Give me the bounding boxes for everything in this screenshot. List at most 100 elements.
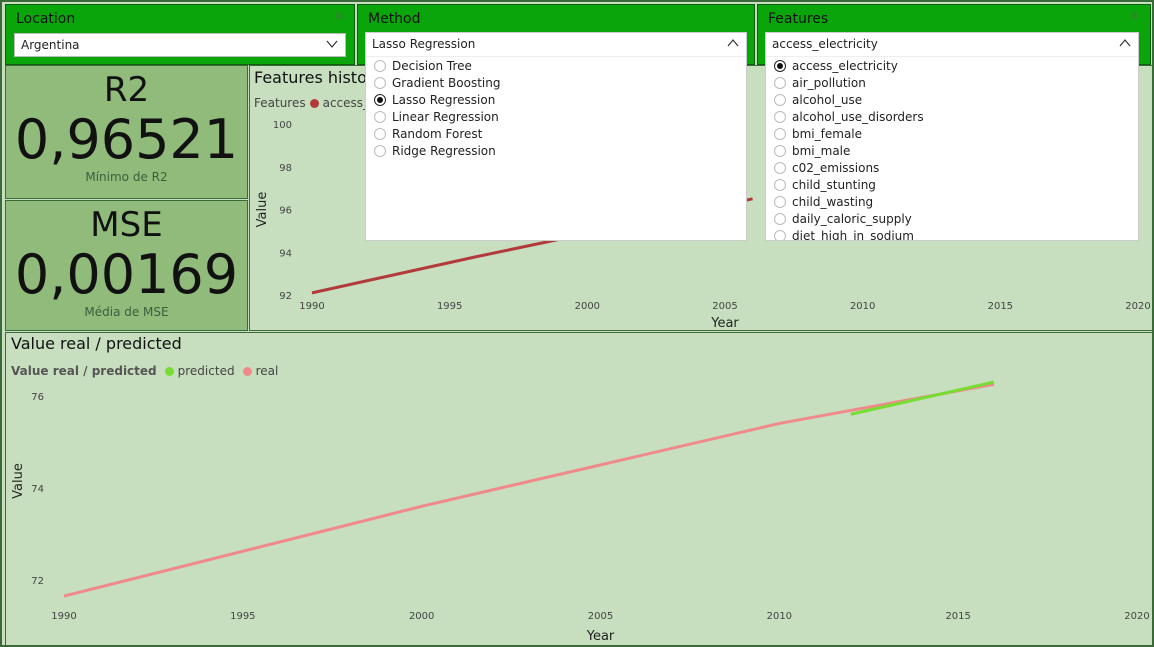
y-tick-label: 96	[279, 206, 292, 217]
method-options: Decision Tree Gradient Boosting Lasso Regr…	[366, 57, 746, 159]
radio-icon	[774, 212, 786, 225]
method-option-label: Ridge Regression	[392, 143, 496, 158]
features-option-label: c02_emissions	[792, 160, 880, 175]
method-option[interactable]: Lasso Regression	[366, 91, 746, 108]
features-option[interactable]: daily_caloric_supply	[766, 210, 1138, 227]
clear-icon[interactable]: ✕	[334, 9, 344, 23]
method-option[interactable]: Random Forest	[366, 125, 746, 142]
y-axis-label: Value	[255, 192, 270, 228]
radio-icon	[774, 93, 786, 106]
method-option-label: Random Forest	[392, 126, 483, 141]
features-options: access_electricity air_pollution alcohol_u…	[766, 57, 1138, 241]
features-option-label: diet_high_in_sodium	[792, 228, 914, 241]
r2-card: R2 0,96521 Mínimo de R2	[5, 65, 248, 199]
radio-icon	[774, 76, 786, 89]
x-tick-label: 2020	[1124, 611, 1149, 622]
y-tick-label: 94	[279, 248, 292, 259]
r2-value: 0,96521	[14, 108, 239, 171]
features-option[interactable]: alcohol_use_disorders	[766, 108, 1138, 125]
features-value: access_electricity	[772, 37, 878, 51]
features-option-label: child_wasting	[792, 194, 874, 209]
features-option[interactable]: access_electricity	[766, 57, 1138, 74]
r2-title: R2	[103, 70, 150, 110]
radio-icon	[374, 59, 386, 72]
mse-card: MSE 0,00169 Média de MSE	[5, 200, 248, 331]
radio-icon	[374, 144, 386, 157]
x-tick-label: 1995	[437, 301, 462, 312]
x-tick-label: 2010	[767, 611, 792, 622]
features-option-label: access_electricity	[792, 58, 898, 73]
real-predicted-chart-svg: 1990 1995 2000 2005 2010 2015 2020 72 74 76 Year Va…	[11, 380, 1150, 644]
method-dropdown[interactable]: Lasso Regression	[366, 33, 746, 57]
clear-icon[interactable]: ✕	[1130, 9, 1140, 23]
method-option[interactable]: Ridge Regression	[366, 142, 746, 159]
y-tick-label: 76	[31, 392, 44, 403]
features-option-label: alcohol_use	[792, 92, 863, 107]
y-tick-label: 72	[31, 576, 44, 587]
features-option[interactable]: air_pollution	[766, 74, 1138, 91]
radio-icon	[774, 178, 786, 191]
x-tick-label: 2005	[712, 301, 737, 312]
y-axis-label: Value	[11, 463, 26, 499]
radio-icon	[774, 59, 786, 72]
method-value: Lasso Regression	[372, 37, 476, 51]
x-tick-label: 2020	[1125, 301, 1150, 312]
x-tick-label: 2015	[945, 611, 970, 622]
radio-icon	[774, 161, 786, 174]
method-dropdown-list: Lasso Regression Decision Tree Gradient B…	[365, 32, 747, 241]
y-tick-label: 98	[279, 163, 292, 174]
method-option-label: Gradient Boosting	[392, 75, 501, 90]
report-canvas: Location ✕ Argentina Method Features ✕ R…	[0, 0, 1154, 647]
x-tick-label: 2005	[588, 611, 613, 622]
features-option[interactable]: child_wasting	[766, 193, 1138, 210]
features-option-label: alcohol_use_disorders	[792, 109, 924, 124]
features-option[interactable]: bmi_male	[766, 142, 1138, 159]
x-tick-label: 1990	[299, 301, 324, 312]
radio-icon	[374, 76, 386, 89]
x-tick-label: 2010	[850, 301, 875, 312]
method-option-label: Decision Tree	[392, 58, 472, 73]
features-option-label: child_stunting	[792, 177, 876, 192]
method-option[interactable]: Decision Tree	[366, 57, 746, 74]
x-axis-label: Year	[710, 316, 739, 331]
r2-label: Mínimo de R2	[85, 170, 168, 184]
features-option[interactable]: child_stunting	[766, 176, 1138, 193]
x-tick-label: 1995	[230, 611, 255, 622]
method-slicer-title: Method	[368, 11, 421, 27]
radio-icon	[374, 110, 386, 123]
radio-icon	[374, 127, 386, 140]
features-option-label: daily_caloric_supply	[792, 211, 912, 226]
series-line-real	[63, 382, 995, 598]
x-tick-label: 1990	[51, 611, 76, 622]
radio-icon	[774, 229, 786, 240]
x-tick-label: 2000	[575, 301, 600, 312]
features-option[interactable]: c02_emissions	[766, 159, 1138, 176]
location-dropdown[interactable]: Argentina	[14, 33, 346, 57]
radio-icon	[774, 195, 786, 208]
features-option[interactable]: alcohol_use	[766, 91, 1138, 108]
features-option[interactable]: bmi_female	[766, 125, 1138, 142]
y-tick-label: 74	[31, 484, 44, 495]
chevron-up-icon	[1119, 39, 1131, 47]
y-tick-label: 92	[279, 291, 292, 302]
mse-title: MSE	[90, 205, 163, 245]
method-option-label: Lasso Regression	[392, 92, 496, 107]
location-slicer-title: Location	[16, 11, 76, 27]
y-tick-label: 100	[273, 120, 292, 131]
radio-icon	[374, 93, 386, 106]
mse-value: 0,00169	[14, 243, 239, 306]
location-value: Argentina	[21, 38, 80, 52]
radio-icon	[774, 144, 786, 157]
features-option-label: bmi_male	[792, 143, 851, 158]
features-dropdown[interactable]: access_electricity	[766, 33, 1138, 57]
mse-label: Média de MSE	[84, 305, 169, 319]
method-option[interactable]: Linear Regression	[366, 108, 746, 125]
features-option[interactable]: diet_high_in_sodium	[766, 227, 1138, 241]
features-dropdown-list: access_electricity access_electricity air…	[765, 32, 1139, 241]
x-tick-label: 2015	[988, 301, 1013, 312]
radio-icon	[774, 110, 786, 123]
features-option-label: bmi_female	[792, 126, 863, 141]
real-predicted-chart: Value real / predicted Value real / pred…	[5, 332, 1153, 646]
location-slicer: Location ✕ Argentina	[5, 4, 355, 65]
method-option[interactable]: Gradient Boosting	[366, 74, 746, 91]
